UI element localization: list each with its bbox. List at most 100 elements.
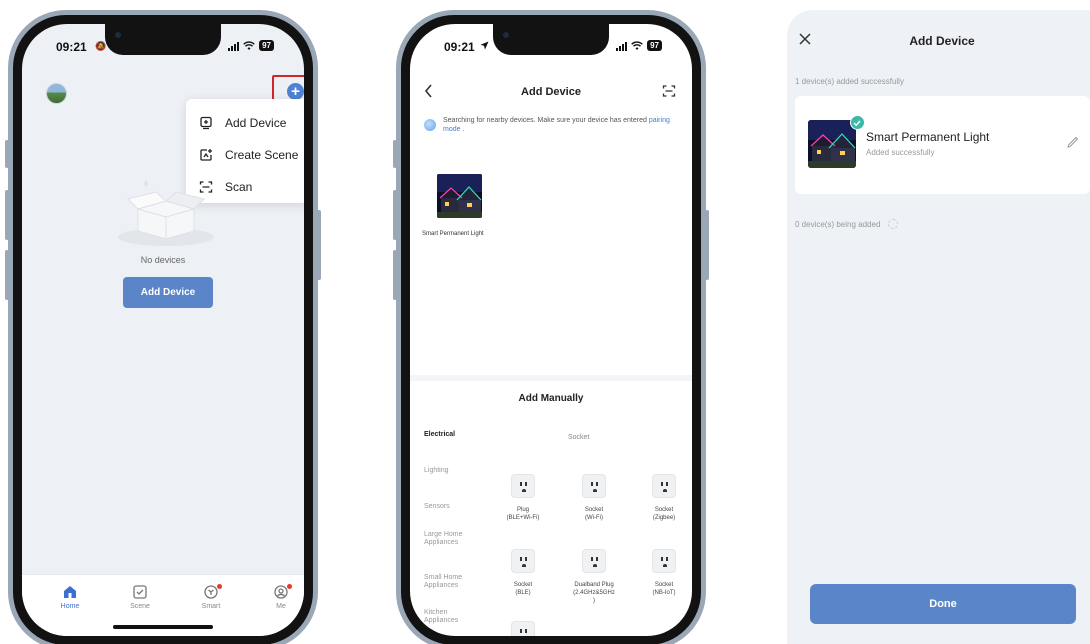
wifi-icon [631, 40, 643, 50]
grid-item-name: Socket [584, 507, 604, 513]
house-lights-image [437, 174, 482, 218]
search-status-suffix: . [462, 126, 465, 133]
status-time: 09:21 [56, 40, 87, 54]
signal-icon [616, 41, 628, 51]
grid-item-detail-continued: ) [593, 598, 595, 604]
home-indicator [113, 625, 213, 629]
add-device-result-screen: Add Device 1 device(s) added successfull… [787, 10, 1090, 644]
socket-icon [511, 549, 535, 573]
subcategory-label: Socket [568, 434, 590, 441]
smart-badge [217, 584, 222, 589]
done-button[interactable]: Done [810, 584, 1076, 624]
device-image [808, 120, 856, 168]
search-status-row: Searching for nearby devices. Make sure … [424, 116, 678, 134]
volume-down-button [393, 250, 397, 300]
grid-item-name: Socket [654, 507, 674, 513]
grid-item-detail: (2.4GHz&5GHz [573, 590, 615, 596]
tab-smart-label: Smart [201, 603, 221, 610]
home-screen: 09:21 🔕 97 + Add Device Create Scene Sca… [22, 24, 304, 636]
added-device-card[interactable]: Smart Permanent Light Added successfully [795, 96, 1090, 194]
grid-item-socket-nb-iot[interactable]: Socket (NB-IoT) [634, 549, 692, 597]
grid-item-detail: (BLE+Wi-Fi) [506, 515, 540, 521]
grid-item-socket-ble[interactable]: Socket (BLE) [493, 549, 553, 597]
tab-home[interactable]: Home [45, 584, 95, 610]
tab-scene-label: Scene [130, 603, 150, 610]
grid-item-partial[interactable] [493, 621, 553, 636]
scan-icon[interactable] [662, 84, 676, 98]
device-status: Added successfully [866, 148, 935, 157]
socket-icon [582, 474, 606, 498]
menu-scan-label: Scan [225, 180, 253, 194]
empty-box-illustration [118, 179, 214, 246]
menu-create-scene[interactable]: Create Scene [186, 139, 304, 171]
grid-item-plug-ble-wifi[interactable]: Plug (BLE+Wi-Fi) [493, 474, 553, 522]
home-avatar[interactable] [46, 83, 67, 104]
volume-up-button [393, 190, 397, 240]
category-lighting[interactable]: Lighting [424, 467, 484, 475]
add-device-icon [200, 116, 212, 130]
add-manually-title: Add Manually [518, 393, 584, 404]
socket-icon [582, 549, 606, 573]
added-count-text: 1 device(s) added successfully [795, 77, 904, 86]
grid-item-detail: (Zigbee) [652, 515, 676, 521]
success-check-icon [850, 115, 865, 130]
menu-create-scene-label: Create Scene [225, 148, 299, 162]
grid-item-name: Plug [516, 507, 529, 513]
mute-switch [5, 140, 9, 168]
socket-icon [652, 549, 676, 573]
create-scene-icon [200, 149, 212, 161]
power-button [705, 210, 709, 280]
category-small-home-appliances[interactable]: Small Home Appliances [424, 574, 470, 590]
notch [105, 24, 221, 55]
search-status-main: Searching for nearby devices. Make sure … [443, 117, 647, 124]
searching-radar-icon [424, 119, 436, 131]
loading-spinner-icon [888, 219, 899, 229]
grid-item-socket-zigbee[interactable]: Socket (Zigbee) [634, 474, 692, 522]
found-device-image[interactable] [437, 174, 482, 218]
volume-up-button [5, 190, 9, 240]
socket-icon [511, 621, 535, 636]
device-name: Smart Permanent Light [866, 130, 990, 144]
location-arrow-icon [480, 41, 489, 50]
grid-item-detail: (NB-IoT) [652, 590, 676, 596]
category-electrical[interactable]: Electrical [424, 431, 484, 439]
category-kitchen-appliances[interactable]: Kitchen Appliances [424, 609, 470, 625]
menu-add-device[interactable]: Add Device [186, 107, 304, 139]
scene-icon [133, 585, 147, 599]
grid-item-name: Dualband Plug [574, 582, 614, 588]
socket-icon [511, 474, 535, 498]
add-device-screen: 09:21 97 Add Device Searching for nearby… [410, 24, 692, 636]
section-divider [410, 375, 692, 381]
wifi-icon [243, 40, 255, 50]
search-status-text: Searching for nearby devices. Make sure … [443, 116, 678, 134]
category-sensors[interactable]: Sensors [424, 503, 484, 511]
menu-add-device-label: Add Device [225, 116, 287, 130]
grid-item-detail: (Wi-Fi) [585, 515, 603, 521]
adding-count-text: 0 device(s) being added [795, 219, 881, 229]
tab-me[interactable]: Me [256, 584, 304, 610]
tab-smart[interactable]: Smart [186, 584, 236, 610]
volume-down-button [5, 250, 9, 300]
battery-indicator: 97 [259, 40, 274, 51]
silent-bell-icon: 🔕 [95, 41, 107, 51]
category-large-home-appliances[interactable]: Large Home Appliances [424, 531, 466, 547]
grid-item-socket-wifi[interactable]: Socket (Wi-Fi) [564, 474, 624, 522]
no-devices-text: No devices [140, 255, 186, 265]
tab-scene[interactable]: Scene [115, 584, 165, 610]
tab-home-label: Home [60, 603, 80, 610]
house-lights-image [808, 120, 856, 168]
battery-indicator: 97 [647, 40, 662, 51]
mute-switch [393, 140, 397, 168]
phone-add-device-frame: 09:21 97 Add Device Searching for nearby… [393, 10, 709, 644]
signal-icon [228, 41, 240, 51]
phone-home-frame: 09:21 🔕 97 + Add Device Create Scene Sca… [5, 10, 321, 644]
me-badge [287, 584, 292, 589]
add-device-button[interactable]: Add Device [123, 277, 213, 308]
tab-me-label: Me [276, 603, 286, 610]
edit-pencil-icon[interactable] [1067, 136, 1079, 148]
socket-icon [652, 474, 676, 498]
grid-item-dualband-plug[interactable]: Dualband Plug (2.4GHz&5GHz ) [564, 549, 624, 605]
page-title: Add Device [521, 86, 581, 98]
found-device-name: Smart Permanent Light [422, 231, 484, 237]
status-time: 09:21 [444, 40, 475, 54]
